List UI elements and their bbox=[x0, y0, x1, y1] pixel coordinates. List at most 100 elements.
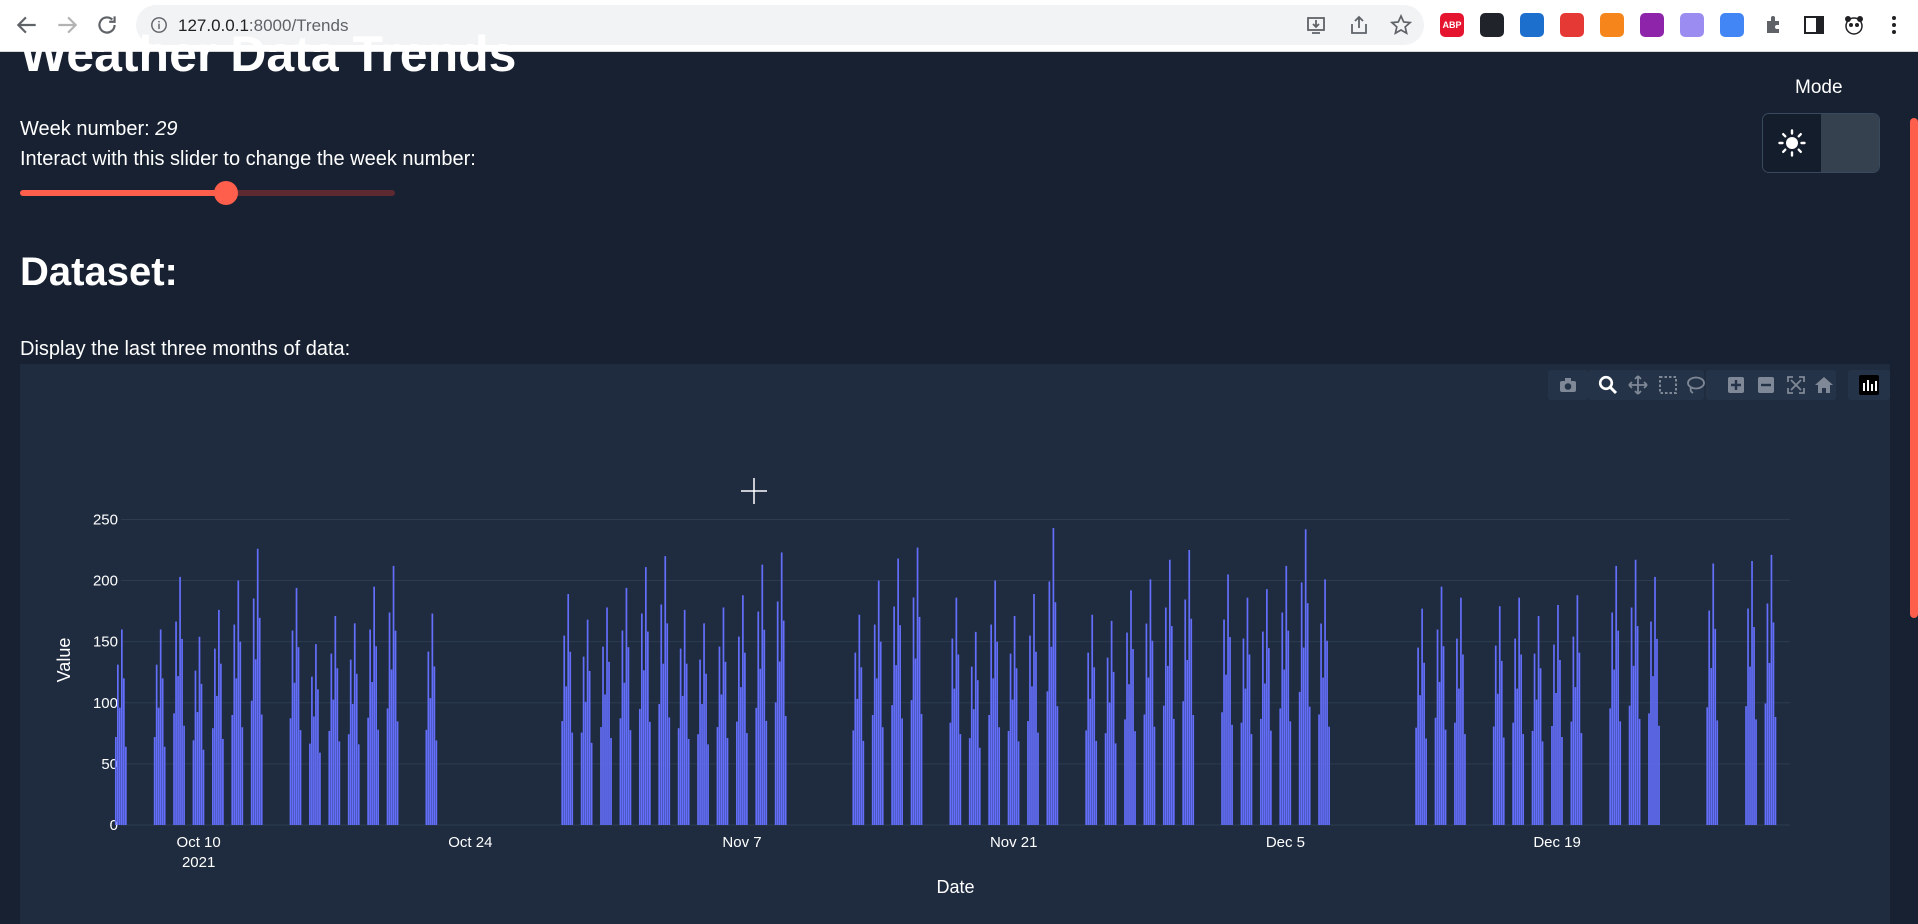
install-icon[interactable] bbox=[1305, 14, 1327, 36]
light-mode-button[interactable] bbox=[1763, 114, 1821, 172]
chart-bar bbox=[377, 729, 380, 825]
chart-bar bbox=[1514, 638, 1516, 825]
chart-panel[interactable]: 0 50 100 150 200 250 Oct 10 2021 Oct 24 Nov 7 Nov … bbox=[20, 364, 1890, 924]
mode-toggle[interactable] bbox=[1762, 113, 1880, 173]
chart-bar bbox=[353, 623, 356, 825]
chart-bar bbox=[1308, 706, 1311, 825]
chart-bar bbox=[1425, 738, 1427, 825]
chart-bar bbox=[784, 715, 787, 825]
chart-bar bbox=[621, 630, 624, 825]
chart-bar bbox=[1753, 627, 1755, 825]
bookmark-star-icon[interactable] bbox=[1389, 13, 1413, 36]
chart-bar bbox=[736, 721, 738, 825]
kebab-menu-icon[interactable] bbox=[1886, 13, 1902, 37]
chart-bar bbox=[1037, 732, 1039, 825]
chart-bar bbox=[912, 597, 915, 825]
chart-bar bbox=[179, 576, 181, 825]
ghost-extension-icon[interactable] bbox=[1680, 13, 1704, 37]
chart-bar bbox=[666, 623, 669, 825]
zoom-out-icon[interactable] bbox=[1756, 375, 1776, 395]
scrollbar-thumb[interactable] bbox=[1910, 118, 1918, 618]
page-scrollbar[interactable] bbox=[1908, 52, 1918, 908]
chart-bar bbox=[214, 648, 216, 825]
x-tick-label: Nov 7 bbox=[722, 834, 761, 851]
chart-bar bbox=[1559, 660, 1561, 825]
chart-bar bbox=[897, 558, 899, 825]
chart-bar bbox=[998, 727, 1001, 825]
adblock-plus-icon[interactable]: ABP bbox=[1440, 13, 1464, 37]
chart-bar bbox=[118, 707, 121, 825]
chart-bar bbox=[862, 740, 865, 825]
chart-bar bbox=[951, 638, 954, 825]
reset-axes-icon[interactable] bbox=[1814, 375, 1834, 395]
pan-icon[interactable] bbox=[1628, 375, 1648, 395]
chart-bar bbox=[386, 708, 389, 825]
chart-bar bbox=[1500, 660, 1503, 825]
chart-bar bbox=[873, 624, 876, 825]
chart-bar bbox=[241, 727, 244, 825]
chart-bar bbox=[235, 678, 238, 825]
chart-bar bbox=[780, 552, 783, 825]
chart-bar bbox=[175, 621, 177, 825]
slider-handle[interactable] bbox=[214, 181, 239, 205]
chart-bar bbox=[222, 738, 224, 825]
y-tick-label: 200 bbox=[93, 573, 118, 590]
box-select-icon[interactable] bbox=[1658, 375, 1678, 395]
chart-bar bbox=[289, 718, 292, 825]
chart-bar bbox=[1708, 610, 1711, 825]
chart-bar bbox=[1634, 559, 1637, 825]
chart-bar bbox=[697, 734, 699, 825]
chart-bar bbox=[1326, 640, 1328, 825]
zoom-icon[interactable] bbox=[1598, 375, 1618, 395]
chart-bar bbox=[1638, 718, 1641, 825]
puzzle-extensions-icon[interactable] bbox=[1762, 13, 1786, 37]
chart-bar bbox=[1048, 581, 1051, 825]
chart-bar bbox=[1264, 683, 1266, 825]
chart-bar bbox=[1248, 654, 1251, 825]
plotly-logo-icon[interactable] bbox=[1859, 375, 1879, 395]
chart-bar bbox=[565, 686, 568, 825]
chart-bar bbox=[297, 647, 300, 825]
bar-chart[interactable]: 050100150200250Oct 102021Oct 24 Nov 7 Nov … bbox=[20, 364, 1890, 924]
chart-bar bbox=[1149, 579, 1152, 825]
metamask-icon[interactable] bbox=[1600, 13, 1624, 37]
red-extension-icon[interactable] bbox=[1560, 13, 1584, 37]
chart-bar bbox=[701, 704, 703, 825]
chart-bar bbox=[1320, 623, 1322, 825]
chart-bar bbox=[355, 673, 358, 825]
purple-extension-icon[interactable] bbox=[1640, 13, 1664, 37]
chart-bar bbox=[629, 730, 632, 825]
chart-bar bbox=[1050, 646, 1053, 825]
dark-mode-button[interactable] bbox=[1821, 114, 1879, 172]
chart-bar bbox=[1572, 636, 1575, 825]
chart-bar bbox=[1444, 729, 1447, 825]
chart-bar bbox=[1143, 714, 1146, 825]
chart-bar bbox=[1104, 733, 1107, 825]
camera-icon[interactable] bbox=[1558, 375, 1578, 395]
chart-bar bbox=[1190, 618, 1193, 825]
chart-bar bbox=[699, 659, 701, 825]
chart-bar bbox=[1539, 668, 1542, 825]
chart-bar bbox=[371, 682, 373, 825]
share-icon[interactable] bbox=[1348, 14, 1370, 36]
chart-bar bbox=[687, 738, 690, 825]
chart-bar bbox=[116, 664, 119, 825]
lasso-icon[interactable] bbox=[1686, 375, 1706, 395]
chart-bar bbox=[1091, 614, 1094, 825]
side-panel-icon[interactable] bbox=[1802, 13, 1826, 37]
chart-bar bbox=[1619, 721, 1622, 825]
slider-label: Interact with this slider to change the … bbox=[20, 148, 476, 170]
chart-bar bbox=[978, 747, 981, 825]
shield-extension-icon[interactable] bbox=[1520, 13, 1544, 37]
chart-bar bbox=[425, 729, 428, 825]
x-tick-label: Oct 10 bbox=[177, 834, 221, 851]
react-devtools-icon[interactable] bbox=[1480, 13, 1504, 37]
zoom-in-icon[interactable] bbox=[1726, 375, 1746, 395]
autoscale-icon[interactable] bbox=[1786, 375, 1806, 395]
chart-bar bbox=[1512, 722, 1514, 825]
profile-avatar-icon[interactable] bbox=[1842, 13, 1866, 37]
chart-bar bbox=[604, 694, 606, 825]
chart-bar bbox=[642, 670, 645, 825]
google-translate-icon[interactable] bbox=[1720, 13, 1744, 37]
week-slider[interactable] bbox=[20, 181, 395, 205]
